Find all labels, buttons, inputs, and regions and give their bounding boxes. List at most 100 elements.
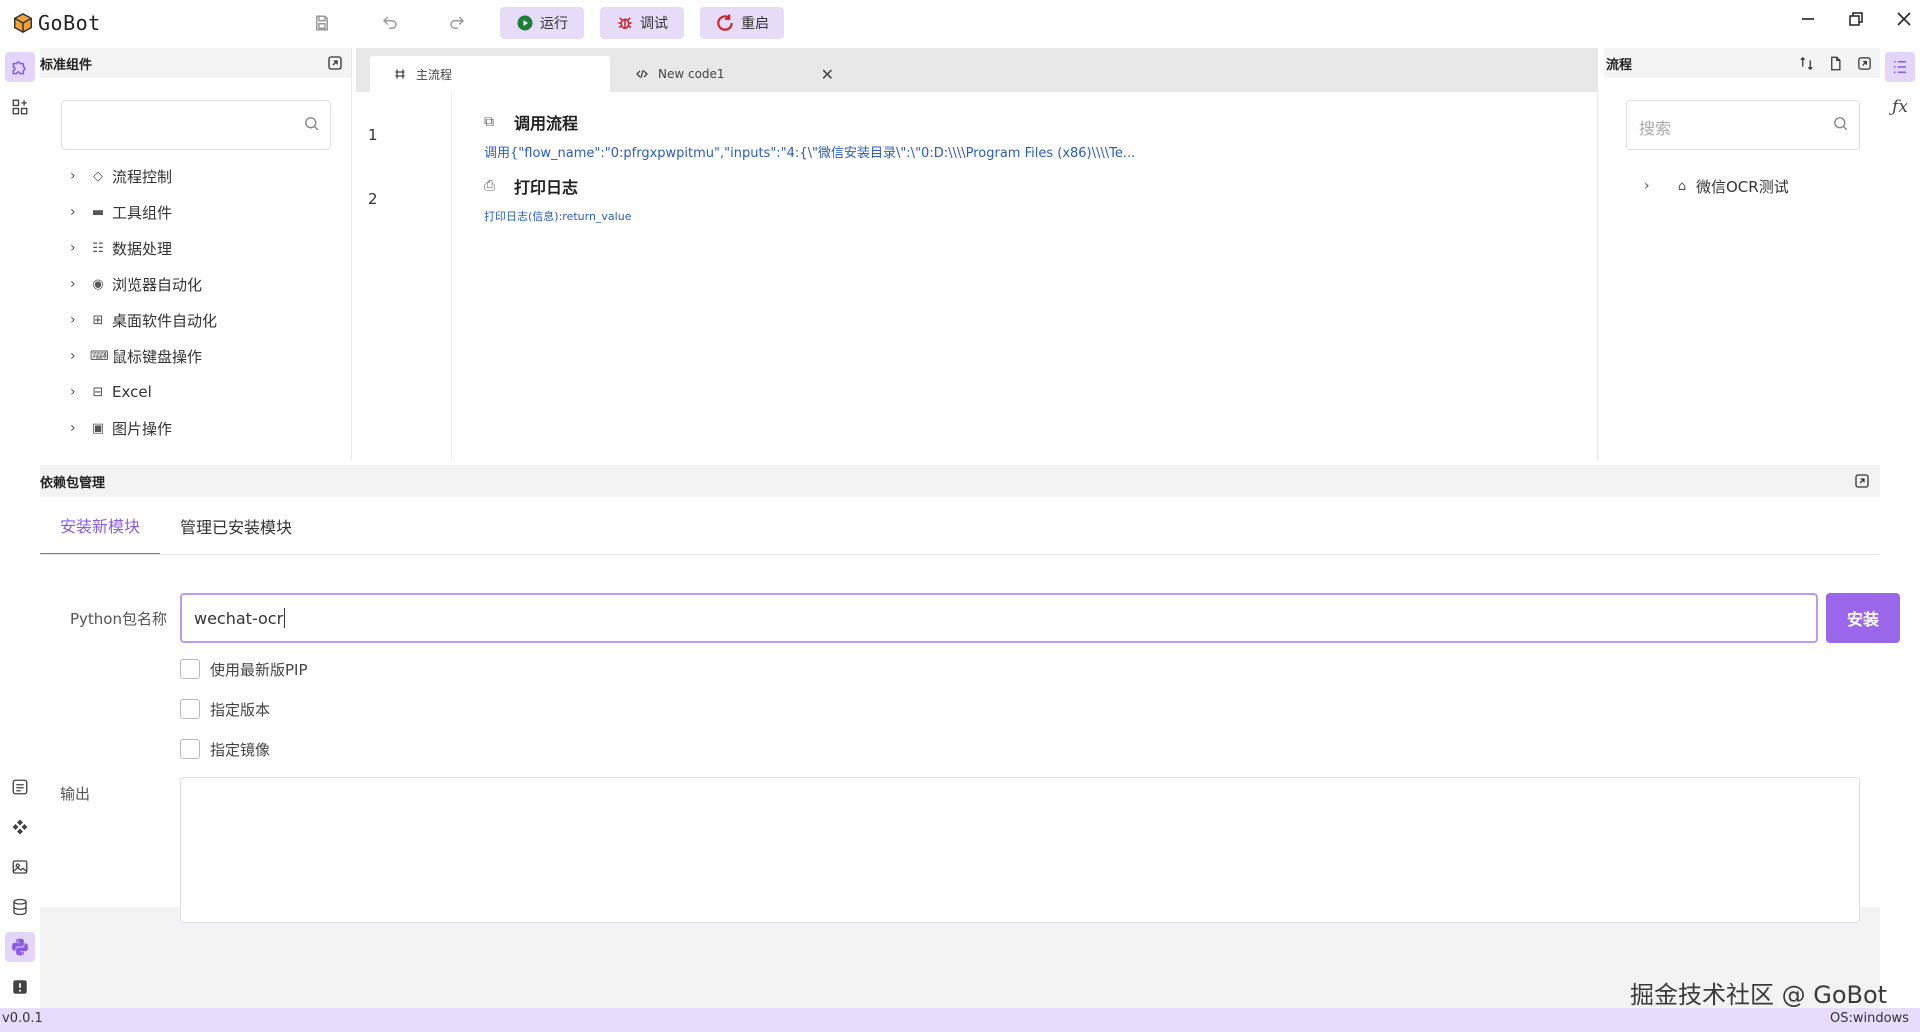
undo-icon [382,16,397,29]
diamonds-icon [12,819,28,835]
tab-new-code1[interactable]: New code1 ✕ [616,56,848,92]
debug-label: 调试 [640,16,668,32]
checkbox[interactable] [180,699,200,719]
puzzle-icon [12,61,26,75]
option-specify-version[interactable]: 指定版本 [180,697,270,721]
tab-label: 主流程 [416,67,453,82]
redo-button[interactable] [444,10,470,36]
chevron-right-icon: › [70,168,76,184]
output-textarea[interactable] [180,777,1860,923]
option-specify-mirror[interactable]: 指定镜像 [180,737,270,761]
detach-panel-icon[interactable] [1854,473,1870,489]
undo-button[interactable] [377,10,403,36]
extensions-toggle[interactable] [5,92,35,122]
data-icon: ☷ [92,240,104,256]
tab-install-new[interactable]: 安装新模块 [40,497,160,555]
tree-item-browser[interactable]: › ◉ 浏览器自动化 [70,270,202,298]
images-toggle[interactable] [5,852,35,882]
components-toggle[interactable] [5,52,35,82]
bug-icon [618,17,632,29]
close-tab-icon[interactable]: ✕ [821,65,834,84]
tree-item-label: 图片操作 [112,419,173,438]
excel-icon: ⊟ [92,384,104,400]
elements-toggle[interactable] [5,812,35,842]
outline-icon [1894,61,1906,73]
package-manager-body: 安装新模块 管理已安装模块 Python包名称 wechat-ocr 安装 使用… [40,497,1900,923]
flows-panel-header: 流程 [1604,48,1880,78]
flows-panel-actions [1799,56,1872,71]
python-icon [12,938,28,956]
save-button[interactable] [309,10,335,36]
restore-icon [1849,12,1863,26]
step-description: 打印日志(信息):return_value [484,210,632,223]
minimize-button[interactable] [1788,4,1828,34]
step-call-flow[interactable]: ⧉ 调用流程 [484,110,578,134]
version-text: v0.0.1 [2,1011,43,1026]
close-icon [1897,12,1911,26]
tree-item-mouse-keyboard[interactable]: › ⌨ 鼠标键盘操作 [70,342,202,370]
install-button[interactable]: 安装 [1826,593,1900,643]
flows-search-input[interactable]: 搜索 [1626,100,1860,150]
tree-item-label: 浏览器自动化 [112,275,203,294]
package-name-value: wechat-ocr [194,608,284,628]
python-packages-toggle[interactable] [5,932,35,962]
alerts-toggle[interactable] [5,972,35,1002]
tree-item-label: 工具组件 [112,203,173,222]
tab-main-flow[interactable]: 主流程 [370,56,610,92]
status-bar: v0.0.1 OS:windows [0,1008,1920,1032]
tree-item-image[interactable]: › ▣ 图片操作 [70,414,172,442]
call-flow-icon: ⧉ [484,114,494,130]
outline-toggle[interactable] [1885,52,1915,82]
flow-item-wechat-ocr[interactable]: › ⌂ 微信OCR测试 [1644,172,1789,200]
package-manager-title: 依赖包管理 [40,475,106,491]
restart-button[interactable]: 重启 [700,7,784,39]
database-icon [13,898,27,916]
tree-item-data[interactable]: › ☷ 数据处理 [70,234,172,262]
tree-item-desktop[interactable]: › ⊞ 桌面软件自动化 [70,306,217,334]
list-icon [12,779,28,795]
maximize-button[interactable] [1836,4,1876,34]
tree-item-label: 桌面软件自动化 [112,311,218,330]
line-number: 1 [368,126,378,144]
logs-toggle[interactable] [5,772,35,802]
detach-panel-icon[interactable] [1857,56,1872,71]
compare-icon[interactable] [1799,56,1814,71]
tree-item-tools[interactable]: › ▬ 工具组件 [70,198,172,226]
run-button[interactable]: 运行 [500,7,584,39]
chevron-right-icon: › [70,276,76,292]
debug-button[interactable]: 调试 [600,7,684,39]
gobot-logo-icon [14,12,32,34]
watermark: 掘金技术社区 @ GoBot [1630,981,1888,1009]
tab-manage-installed[interactable]: 管理已安装模块 [180,497,320,555]
detach-panel-icon[interactable] [327,55,343,71]
tab-divider [40,554,1880,555]
tree-item-flow-control[interactable]: › ◇ 流程控制 [70,162,172,190]
tree-item-label: 流程控制 [112,167,173,186]
function-toggle[interactable]: ƒx [1885,92,1915,122]
step-print-log[interactable]: ⎙ 打印日志 [484,174,578,198]
flow-item-label: 微信OCR测试 [1696,177,1789,196]
checkbox[interactable] [180,739,200,759]
package-name-input[interactable]: wechat-ocr [180,593,1818,643]
os-text: OS:windows [1830,1011,1909,1026]
image-icon [12,860,28,874]
chevron-right-icon: › [70,420,76,436]
play-icon [517,15,533,31]
tree-item-label: 数据处理 [112,239,173,258]
search-icon [303,115,320,137]
components-search-input[interactable] [61,100,331,150]
line-number-gutter: 1 2 [356,92,452,460]
checkbox[interactable] [180,659,200,679]
fx-icon: ƒx [1892,97,1908,117]
new-file-icon[interactable] [1828,56,1843,71]
printer-icon: ⎙ [484,178,496,194]
database-toggle[interactable] [5,892,35,922]
option-label: 指定版本 [210,700,271,719]
tree-item-excel[interactable]: › ⊟ Excel [70,378,152,406]
search-icon [1832,115,1849,137]
close-button[interactable] [1884,4,1920,34]
chrome-icon: ◉ [92,276,104,292]
editor-tab-bar: 主流程 New code1 ✕ [356,48,1598,92]
flow-icon [395,69,405,79]
option-latest-pip[interactable]: 使用最新版PIP [180,657,308,681]
